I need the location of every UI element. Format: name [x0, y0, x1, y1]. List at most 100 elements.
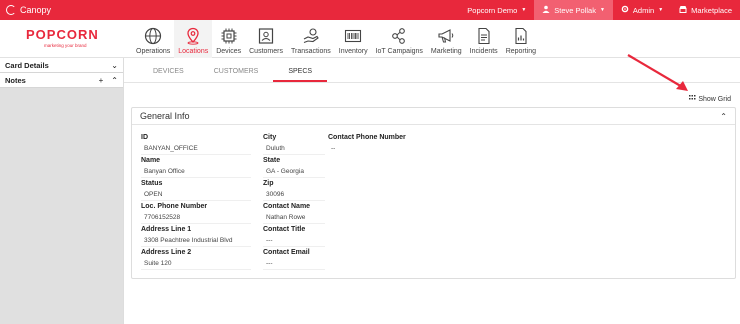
- field-label: Contact Phone Number: [328, 134, 406, 141]
- canopy-logo-icon: [6, 5, 16, 15]
- field-value: --: [331, 145, 336, 152]
- module-label: Reporting: [505, 48, 537, 55]
- chevron-up-icon[interactable]: ⌃: [111, 76, 118, 85]
- field-label: Status: [141, 180, 163, 187]
- module-operations[interactable]: Operations: [132, 20, 174, 58]
- module-label: Marketing: [430, 48, 462, 55]
- module-label: Incidents: [469, 48, 498, 55]
- field-value: 3308 Peachtree Industrial Blvd: [141, 235, 251, 247]
- tab-specs[interactable]: SPECS: [273, 66, 328, 82]
- caret-down-icon: ▼: [521, 7, 527, 13]
- show-grid-label: Show Grid: [698, 95, 731, 103]
- module-transactions[interactable]: Transactions: [287, 20, 335, 58]
- module-nav: Operations Locations Devices Customers T…: [132, 20, 540, 58]
- module-iot-campaigns[interactable]: IoT Campaigns: [372, 20, 427, 58]
- field-value: OPEN: [141, 189, 251, 201]
- popcorn-logo[interactable]: POPCORN marketing your brand: [26, 27, 116, 48]
- chip-icon: [220, 27, 238, 45]
- module-label: Transactions: [290, 48, 331, 55]
- field-value: Suite 120: [141, 258, 251, 270]
- brand-name: Canopy: [20, 5, 52, 15]
- network-icon: [390, 27, 408, 45]
- general-info-card: General Info ⌃ ID BANYAN_OFFICE Name Banya…: [131, 107, 736, 279]
- marketplace-link[interactable]: Marketplace: [671, 0, 740, 20]
- caret-down-icon: ▼: [599, 7, 605, 13]
- module-marketing[interactable]: Marketing: [427, 20, 466, 58]
- field-address-2: Address Line 2 Suite 120: [141, 249, 251, 270]
- field-loc-phone: Loc. Phone Number 7706152528: [141, 203, 251, 224]
- marketplace-label: Marketplace: [691, 5, 732, 15]
- contact-card-icon: [257, 27, 275, 45]
- field-label: Contact Email: [263, 249, 310, 256]
- field-label: Contact Name: [263, 203, 311, 210]
- field-id: ID BANYAN_OFFICE: [141, 134, 251, 155]
- module-devices[interactable]: Devices: [212, 20, 245, 58]
- sidebar: Card Details ⌄ Notes + ⌃: [0, 58, 123, 324]
- field-label: ID: [141, 134, 148, 141]
- barcode-icon: [344, 27, 362, 45]
- app-header: POPCORN marketing your brand Operations …: [0, 20, 740, 58]
- module-locations[interactable]: Locations: [174, 20, 213, 58]
- field-value: 7706152528: [141, 212, 251, 224]
- megaphone-icon: [437, 27, 455, 45]
- module-label: IoT Campaigns: [375, 48, 423, 55]
- location-pin-icon: [184, 27, 202, 45]
- card-header[interactable]: General Info ⌃: [132, 108, 735, 125]
- field-contact-email: Contact Email ---: [263, 249, 325, 270]
- admin-label: Admin: [632, 5, 655, 15]
- field-value: ---: [263, 235, 325, 247]
- field-value: ---: [263, 258, 325, 270]
- field-city: City Duluth: [263, 134, 325, 155]
- canopy-brand[interactable]: Canopy: [0, 5, 51, 15]
- field-label: Loc. Phone Number: [141, 203, 208, 210]
- field-label: City: [263, 134, 277, 141]
- field-status: Status OPEN: [141, 180, 251, 201]
- field-label: Contact Title: [263, 226, 306, 233]
- grid-icon: [689, 95, 696, 103]
- tenant-label: Popcorn Demo: [467, 5, 518, 15]
- main-content: DEVICES CUSTOMERS SPECS Show Grid Genera…: [123, 58, 740, 324]
- card-details-panel[interactable]: Card Details ⌄: [0, 58, 123, 73]
- field-value: GA - Georgia: [263, 166, 325, 178]
- field-value: 30096: [263, 189, 325, 201]
- module-label: Customers: [249, 48, 283, 55]
- tab-customers[interactable]: CUSTOMERS: [199, 66, 274, 82]
- field-value: Nathan Rowe: [263, 212, 325, 224]
- report-icon: [512, 27, 530, 45]
- detail-tabs: DEVICES CUSTOMERS SPECS: [138, 66, 328, 82]
- field-label: Zip: [263, 180, 274, 187]
- logo-tagline: marketing your brand: [44, 43, 87, 48]
- module-inventory[interactable]: Inventory: [335, 20, 372, 58]
- field-label: Address Line 2: [141, 249, 192, 256]
- module-label: Inventory: [338, 48, 368, 55]
- show-grid-button[interactable]: Show Grid: [689, 95, 731, 103]
- module-incidents[interactable]: Incidents: [466, 20, 502, 58]
- notes-label: Notes: [5, 75, 26, 85]
- notes-panel[interactable]: Notes + ⌃: [0, 73, 123, 88]
- module-reporting[interactable]: Reporting: [502, 20, 540, 58]
- add-note-icon[interactable]: +: [99, 76, 104, 85]
- info-column-3: Contact Phone Number --: [328, 134, 448, 157]
- document-icon: [475, 27, 493, 45]
- field-zip: Zip 30096: [263, 180, 325, 201]
- gear-icon: [621, 5, 629, 15]
- card-details-label: Card Details: [5, 60, 49, 70]
- user-menu[interactable]: Steve Pollak ▼: [534, 0, 613, 20]
- logo-name: POPCORN: [26, 27, 99, 42]
- field-label: Name: [141, 157, 161, 164]
- module-customers[interactable]: Customers: [245, 20, 287, 58]
- field-contact-name: Contact Name Nathan Rowe: [263, 203, 325, 224]
- tab-devices[interactable]: DEVICES: [138, 66, 199, 82]
- info-column-2: City Duluth State GA - Georgia Zip 30096 Co…: [263, 134, 325, 272]
- user-label: Steve Pollak: [554, 5, 596, 15]
- store-icon: [679, 5, 687, 15]
- field-contact-title: Contact Title ---: [263, 226, 325, 247]
- module-label: Operations: [136, 48, 171, 55]
- tenant-menu[interactable]: Popcorn Demo ▼: [459, 0, 534, 20]
- caret-down-icon: ▼: [658, 7, 664, 13]
- chevron-down-icon[interactable]: ⌄: [111, 61, 118, 70]
- globe-icon: [144, 27, 162, 45]
- chevron-up-icon[interactable]: ⌃: [720, 112, 727, 121]
- module-label: Devices: [216, 48, 242, 55]
- admin-menu[interactable]: Admin ▼: [613, 0, 671, 20]
